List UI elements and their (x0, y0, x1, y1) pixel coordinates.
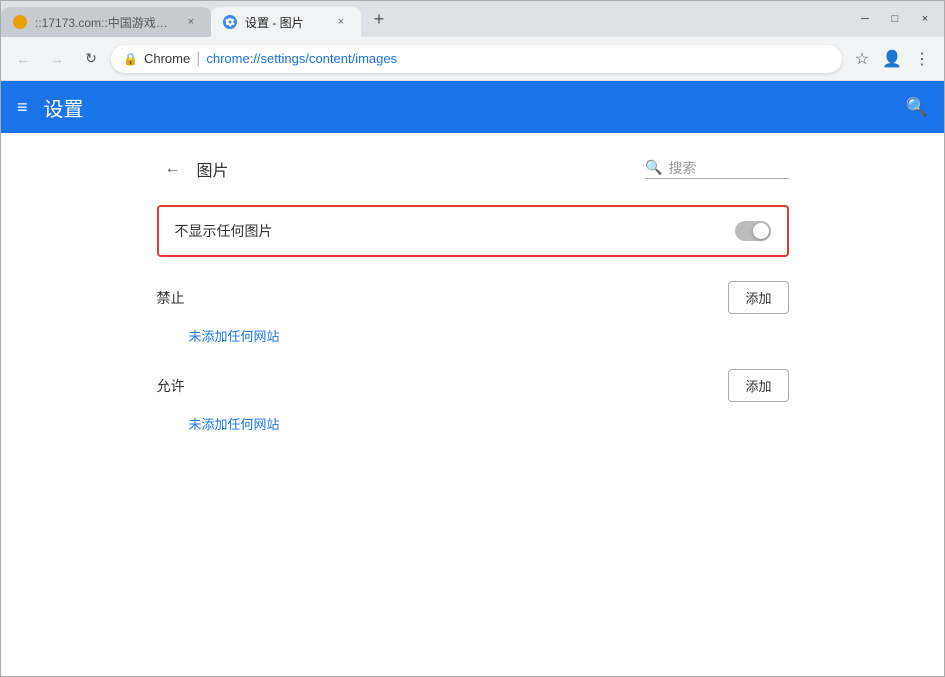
omnibox-brand: Chrome (144, 51, 190, 66)
settings-header: ≡ 设置 🔍 (1, 81, 944, 133)
refresh-button[interactable]: ↻ (77, 45, 105, 73)
new-tab-button[interactable]: + (365, 5, 393, 33)
hamburger-icon[interactable]: ≡ (17, 97, 28, 118)
search-input[interactable] (669, 160, 789, 176)
block-section-header: 禁止 添加 (157, 281, 789, 314)
header-search-icon[interactable]: 🔍 (906, 97, 928, 118)
close-button[interactable]: × (910, 8, 940, 30)
allow-section: 允许 添加 未添加任何网站 (157, 369, 789, 433)
allow-section-header: 允许 添加 (157, 369, 789, 402)
settings-content: ← 图片 🔍 不显示任何图片 禁止 (1, 133, 944, 676)
tab-favicon-settings (223, 15, 237, 29)
allow-empty-text: 未添加任何网站 (189, 414, 789, 433)
tab-game[interactable]: ::17173.com::中国游戏门户站 × (1, 7, 211, 37)
window-controls: ─ □ × (850, 8, 940, 30)
toggle-row: 不显示任何图片 (157, 205, 789, 257)
title-bar: ::17173.com::中国游戏门户站 × 设置 - 图片 × + ─ □ × (1, 1, 944, 37)
toggle-knob (753, 223, 769, 239)
search-icon: 🔍 (645, 159, 662, 176)
toggle-switch[interactable] (735, 221, 771, 241)
address-bar: ← → ↻ 🔒 Chrome | chrome://settings/conte… (1, 37, 944, 81)
omnibox-url: chrome://settings/content/images (206, 51, 397, 66)
settings-main: ← 图片 🔍 不显示任何图片 禁止 (1, 133, 944, 676)
tab-close-settings[interactable]: × (333, 14, 349, 30)
page-title: 图片 (197, 157, 646, 181)
block-add-button[interactable]: 添加 (728, 281, 788, 314)
tab-label-settings: 设置 - 图片 (245, 14, 304, 31)
tab-close-game[interactable]: × (183, 14, 199, 30)
allow-add-button[interactable]: 添加 (728, 369, 788, 402)
minimize-button[interactable]: ─ (850, 8, 880, 30)
omnibox[interactable]: 🔒 Chrome | chrome://settings/content/ima… (111, 45, 842, 73)
back-button[interactable]: ← (9, 45, 37, 73)
account-button[interactable]: 👤 (878, 45, 906, 73)
block-section: 禁止 添加 未添加任何网站 (157, 281, 789, 345)
allow-section-title: 允许 (157, 376, 185, 396)
block-empty-text: 未添加任何网站 (189, 326, 789, 345)
tab-label-game: ::17173.com::中国游戏门户站 (35, 14, 175, 31)
tab-list: ::17173.com::中国游戏门户站 × 设置 - 图片 × + (1, 1, 393, 37)
maximize-button[interactable]: □ (880, 8, 910, 30)
menu-button[interactable]: ⋮ (908, 45, 936, 73)
page-back-button[interactable]: ← (157, 153, 189, 185)
bookmark-button[interactable]: ☆ (848, 45, 876, 73)
toolbar-right: ☆ 👤 ⋮ (848, 45, 936, 73)
lock-icon: 🔒 (123, 52, 138, 66)
block-section-title: 禁止 (157, 288, 185, 308)
toggle-label: 不显示任何图片 (175, 221, 273, 241)
content-area: ← 图片 🔍 不显示任何图片 禁止 (133, 133, 813, 477)
tab-settings[interactable]: 设置 - 图片 × (211, 7, 361, 37)
page-header: ← 图片 🔍 (157, 153, 789, 185)
tab-favicon-game (13, 15, 27, 29)
forward-button[interactable]: → (43, 45, 71, 73)
omnibox-separator: | (196, 50, 200, 68)
settings-title: 设置 (44, 93, 906, 122)
search-box: 🔍 (645, 159, 788, 179)
